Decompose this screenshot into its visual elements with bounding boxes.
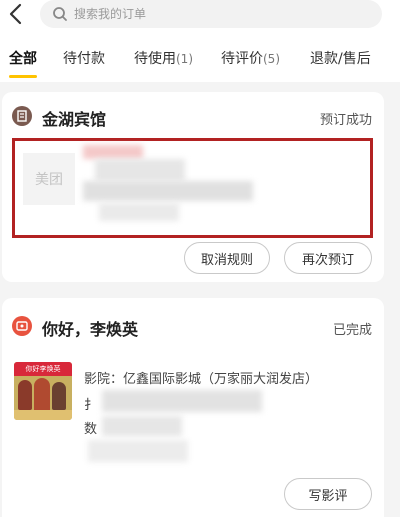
order-title: 金湖宾馆	[42, 110, 107, 129]
tab-label: 全部	[9, 51, 37, 67]
order-card-movie[interactable]: 你好，李焕英 已完成 你好李焕英 影院：亿鑫国际影城（万家丽大润发店） 扌 数 …	[2, 298, 384, 517]
movie-icon	[12, 316, 32, 336]
search-input[interactable]	[74, 7, 354, 21]
order-status: 已完成	[332, 323, 372, 338]
chevron-left-icon	[9, 3, 22, 25]
search-icon	[53, 7, 67, 21]
blurred-content	[102, 390, 262, 412]
order-status: 预订成功	[319, 113, 372, 128]
top-bar	[0, 0, 400, 34]
tab-count: (1)	[176, 52, 193, 66]
detail-line-3: 数	[84, 422, 98, 437]
tab-label: 待使用	[134, 51, 176, 67]
hotel-icon	[12, 106, 32, 126]
write-review-button[interactable]: 写影评	[284, 478, 372, 510]
cancel-rules-button[interactable]: 取消规则	[184, 242, 270, 274]
thumbnail: 美团	[23, 153, 75, 205]
order-title: 你好，李焕英	[42, 320, 139, 339]
tab-refund[interactable]: 退款/售后	[310, 48, 371, 68]
blurred-content	[88, 440, 188, 462]
search-box[interactable]	[40, 0, 382, 28]
rebook-button[interactable]: 再次预订	[284, 242, 372, 274]
tab-label: 待付款	[63, 51, 105, 67]
movie-poster: 你好李焕英	[14, 362, 72, 420]
tab-to-use[interactable]: 待使用(1)	[134, 48, 193, 68]
blurred-content	[102, 416, 182, 436]
thumbnail-label: 美团	[35, 172, 63, 188]
active-tab-indicator	[9, 75, 37, 78]
order-tabs: 全部 待付款 待使用(1) 待评价(5) 退款/售后	[0, 34, 400, 82]
detail-line-2: 扌	[84, 398, 98, 413]
tab-to-review[interactable]: 待评价(5)	[221, 48, 280, 68]
tab-label: 退款/售后	[310, 51, 371, 67]
blurred-content	[99, 203, 179, 221]
cinema-info: 影院：亿鑫国际影城（万家丽大润发店）	[84, 372, 319, 387]
blurred-content	[95, 159, 185, 181]
tab-all[interactable]: 全部	[9, 48, 37, 68]
back-button[interactable]	[2, 0, 28, 28]
tab-label: 待评价	[221, 51, 263, 67]
blurred-content	[83, 145, 143, 159]
order-card-hotel[interactable]: 金湖宾馆 预订成功 美团 取消规则 再次预订	[2, 92, 384, 282]
poster-title: 你好李焕英	[25, 365, 61, 373]
highlight-box: 美团	[12, 138, 373, 238]
blurred-content	[83, 181, 253, 201]
tab-pending-payment[interactable]: 待付款	[63, 48, 105, 68]
tab-count: (5)	[263, 52, 280, 66]
